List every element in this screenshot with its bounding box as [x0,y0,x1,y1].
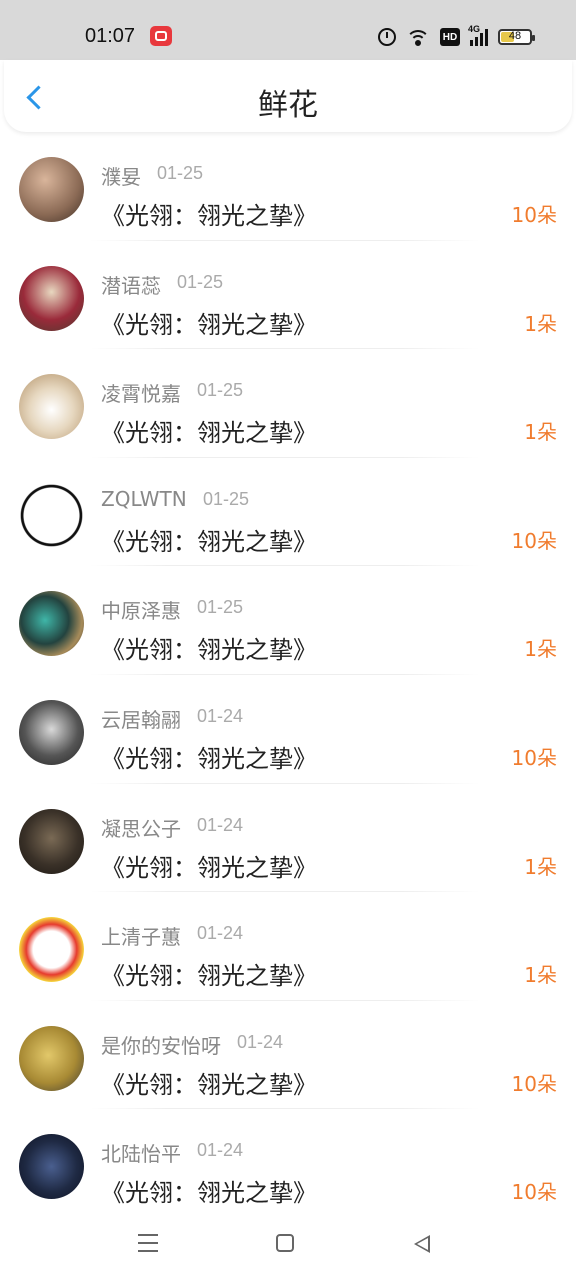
list-item[interactable]: 凝思公子 01-24 《光翎：翎光之挚》 1朵 [0,784,576,893]
list-item[interactable]: 北陆怡平 01-24 《光翎：翎光之挚》 10朵 [0,1109,576,1218]
flower-count: 1朵 [524,854,557,879]
flower-count: 10朵 [511,1180,557,1205]
avatar[interactable] [19,265,84,331]
username[interactable]: 凌霄悦嘉 [101,378,181,407]
book-title: 《光翎：翎光之挚》 [101,419,317,448]
book-title: 《光翎：翎光之挚》 [101,962,317,991]
hd-icon: HD [440,28,460,46]
book-title: 《光翎：翎光之挚》 [101,636,317,665]
avatar[interactable] [19,374,84,440]
date: 01-24 [237,1031,284,1052]
flower-count: 1朵 [524,963,557,988]
date: 01-25 [197,380,244,401]
username[interactable]: 云居翰翮 [101,704,181,733]
list-item[interactable]: 中原泽惠 01-25 《光翎：翎光之挚》 1朵 [0,566,576,675]
avatar[interactable] [19,157,84,222]
flower-count: 10朵 [511,528,557,553]
status-bar: 01:07 HD 4G 48 [0,0,576,60]
page-title: 鲜花 [258,88,318,123]
avatar[interactable] [19,699,84,765]
date: 01-25 [197,597,244,618]
battery-icon: 48 [498,29,535,45]
list-item[interactable]: 云居翰翮 01-24 《光翎：翎光之挚》 10朵 [0,675,576,784]
battery-level: 48 [508,30,522,42]
date: 01-24 [197,923,244,944]
date: 01-24 [197,705,244,726]
list-item[interactable]: 是你的安怡呀 01-24 《光翎：翎光之挚》 10朵 [0,1001,576,1110]
book-title: 《光翎：翎光之挚》 [101,527,317,556]
avatar[interactable] [19,808,84,874]
flower-count: 1朵 [524,311,557,336]
book-title: 《光翎：翎光之挚》 [101,1179,317,1208]
book-title: 《光翎：翎光之挚》 [101,744,317,773]
flower-count: 1朵 [524,637,557,662]
system-icons: HD 4G 48 [378,24,535,50]
username[interactable]: 潜语蕊 [101,270,161,299]
date: 01-25 [177,271,224,292]
list-item[interactable]: ZQLWTN 01-25 《光翎：翎光之挚》 10朵 [0,458,576,567]
username[interactable]: 北陆怡平 [101,1138,181,1167]
date: 01-25 [203,488,250,509]
app-notification-icon [150,26,172,46]
date: 01-24 [197,1140,244,1161]
flower-list: 濮妟 01-25 《光翎：翎光之挚》 10朵 潜语蕊 01-25 《光翎：翎光之挚》 1朵 凌霄… [0,132,576,1218]
system-nav-bar [0,1210,576,1280]
flower-count: 10朵 [511,203,557,227]
avatar[interactable] [19,482,84,548]
wifi-icon [406,28,430,46]
book-title: 《光翎：翎光之挚》 [101,853,317,882]
list-item[interactable]: 上清子蕙 01-24 《光翎：翎光之挚》 1朵 [0,892,576,1001]
menu-icon[interactable] [138,1234,158,1252]
flower-count: 10朵 [511,1071,557,1096]
date: 01-25 [157,163,204,183]
avatar[interactable] [19,591,84,657]
list-item[interactable]: 濮妟 01-25 《光翎：翎光之挚》 10朵 [0,132,576,241]
flower-count: 1朵 [524,420,557,445]
username[interactable]: 中原泽惠 [101,595,181,624]
header: 鲜花 [4,60,572,132]
book-title: 《光翎：翎光之挚》 [101,1070,317,1099]
book-title: 《光翎：翎光之挚》 [101,202,317,230]
username[interactable]: ZQLWTN [101,487,187,511]
flower-count: 10朵 [511,745,557,770]
list-item[interactable]: 凌霄悦嘉 01-25 《光翎：翎光之挚》 1朵 [0,349,576,458]
back-triangle-icon[interactable] [414,1235,430,1253]
status-time: 01:07 [85,25,136,47]
signal-icon: 4G [468,24,488,46]
avatar[interactable] [19,1025,84,1091]
username[interactable]: 是你的安怡呀 [101,1030,221,1059]
avatar[interactable] [19,1134,84,1200]
username[interactable]: 凝思公子 [101,813,181,842]
date: 01-24 [197,814,244,835]
username[interactable]: 上清子蕙 [101,921,181,950]
book-title: 《光翎：翎光之挚》 [101,310,317,339]
alarm-icon [378,28,396,46]
username[interactable]: 濮妟 [101,161,141,190]
list-item[interactable]: 潜语蕊 01-25 《光翎：翎光之挚》 1朵 [0,241,576,350]
avatar[interactable] [19,917,84,983]
home-icon[interactable] [276,1234,294,1252]
network-type: 4G [468,24,481,34]
